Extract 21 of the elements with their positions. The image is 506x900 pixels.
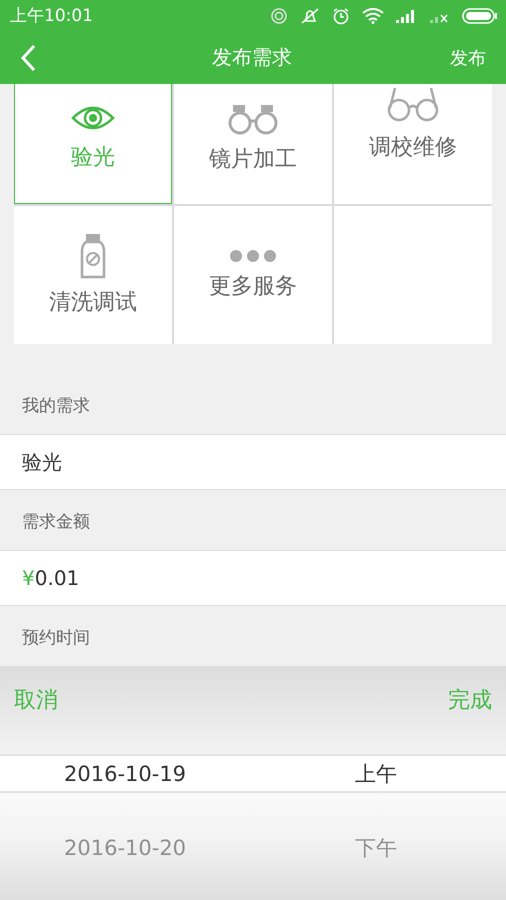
value-field[interactable]: 验光 bbox=[0, 434, 506, 490]
picker-row[interactable]: 2016-10-19 上午 bbox=[0, 754, 506, 793]
page-title: 发布需求 bbox=[211, 44, 293, 72]
sync-icon bbox=[270, 6, 288, 25]
more-icon bbox=[229, 249, 277, 263]
battery-icon bbox=[462, 8, 498, 24]
service-tile[interactable]: 调校维修 bbox=[334, 84, 492, 204]
mute-icon bbox=[300, 6, 320, 25]
bottle-icon bbox=[80, 233, 106, 279]
service-tile[interactable]: 更多服务 bbox=[174, 206, 332, 344]
status-time: 上午10:01 bbox=[10, 5, 94, 28]
service-tile[interactable]: 清洗调试 bbox=[14, 206, 172, 344]
wifi-icon bbox=[362, 8, 384, 24]
goggles-icon bbox=[227, 102, 279, 136]
section-label: 预约时间 bbox=[21, 626, 91, 650]
back-button[interactable] bbox=[18, 44, 38, 72]
service-tile[interactable]: 镜片加工 bbox=[174, 84, 332, 204]
section-label: 我的需求 bbox=[21, 394, 91, 418]
section-label: 需求金额 bbox=[21, 510, 91, 534]
alarm-icon bbox=[332, 6, 350, 25]
value-field[interactable]: ¥0.01 bbox=[0, 550, 506, 606]
